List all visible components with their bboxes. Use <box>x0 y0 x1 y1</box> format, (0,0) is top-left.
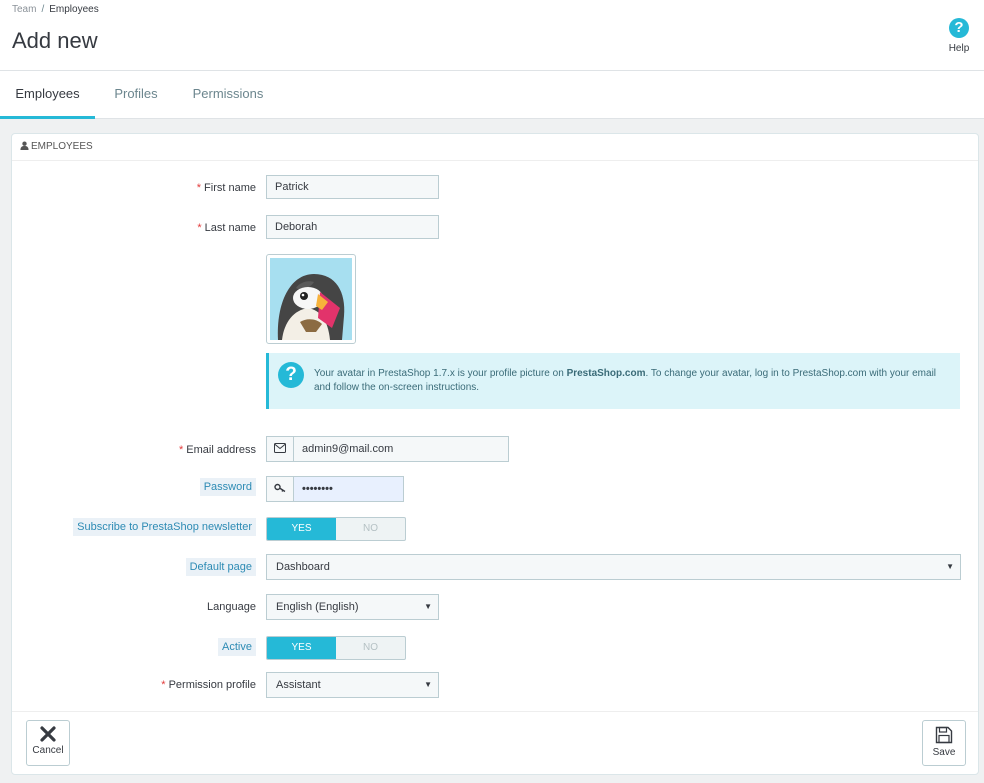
user-icon <box>20 141 29 150</box>
last-name-label-text: Last name <box>204 222 256 234</box>
active-label: Active <box>218 638 256 656</box>
active-yes[interactable]: YES <box>267 637 336 659</box>
email-label: * Email address <box>179 444 256 456</box>
required-marker: * <box>196 182 202 194</box>
tab-profiles[interactable]: Profiles <box>100 71 172 116</box>
cancel-button[interactable]: Cancel <box>26 720 70 766</box>
breadcrumb-item-team[interactable]: Team <box>12 4 36 15</box>
password-label: Password <box>199 478 256 496</box>
password-label-text: Password <box>199 478 256 496</box>
avatar-image <box>270 258 352 340</box>
first-name-label-text: First name <box>204 182 256 194</box>
panel-footer: Cancel Save <box>12 711 978 774</box>
language-label: Language <box>207 601 256 613</box>
panel-heading: Employees <box>12 134 978 161</box>
puffin-logo <box>270 258 352 340</box>
breadcrumb-separator: / <box>41 4 45 15</box>
tab-bar: Employees Profiles Permissions <box>0 71 984 119</box>
avatar-info-alert: ? Your avatar in PrestaShop 1.7.x is you… <box>266 353 960 409</box>
last-name-label: * Last name <box>197 222 256 234</box>
email-label-text: Email address <box>186 444 256 456</box>
key-icon <box>266 476 294 502</box>
save-label: Save <box>932 747 956 758</box>
question-circle-icon: ? <box>278 362 304 388</box>
tab-permissions[interactable]: Permissions <box>180 71 276 116</box>
alert-text-start: Your avatar in PrestaShop 1.7.x is your … <box>314 368 567 379</box>
breadcrumb-item-employees: Employees <box>49 4 99 15</box>
help-label: Help <box>948 43 970 54</box>
page-header: Team / Employees Add new ? Help <box>0 0 984 71</box>
close-icon <box>40 726 56 742</box>
permission-profile-label: * Permission profile <box>161 679 256 691</box>
permission-profile-select[interactable]: Assistant ▼ <box>266 672 439 698</box>
required-marker: * <box>179 444 184 456</box>
newsletter-yes[interactable]: YES <box>267 518 336 540</box>
language-value: English (English) <box>276 601 359 613</box>
first-name-input[interactable]: Patrick <box>266 175 439 199</box>
breadcrumb: Team / Employees <box>12 4 99 15</box>
default-page-value: Dashboard <box>276 561 330 573</box>
permission-profile-label-text: Permission profile <box>168 679 256 691</box>
required-marker: * <box>197 222 202 234</box>
chevron-down-icon: ▼ <box>424 602 432 611</box>
help-button[interactable]: ? Help <box>944 18 974 54</box>
employee-form-panel: Employees * First name Patrick * Last name… <box>11 133 979 775</box>
avatar-info-text: Your avatar in PrestaShop 1.7.x is your … <box>314 367 950 395</box>
chevron-down-icon: ▼ <box>424 680 432 689</box>
permission-profile-value: Assistant <box>276 679 321 691</box>
envelope-icon <box>266 436 294 462</box>
newsletter-label: Subscribe to PrestaShop newsletter <box>73 518 256 536</box>
active-label-text: Active <box>218 638 256 656</box>
tab-employees[interactable]: Employees <box>0 71 95 119</box>
panel-heading-label: Employees <box>31 141 93 152</box>
page-title: Add new <box>12 28 98 53</box>
required-marker: * <box>161 679 166 691</box>
password-input[interactable]: •••••••• <box>293 476 404 502</box>
help-icon: ? <box>949 18 969 38</box>
newsletter-switch[interactable]: YES NO <box>266 517 406 541</box>
newsletter-no[interactable]: NO <box>336 518 405 540</box>
avatar <box>266 254 356 344</box>
first-name-label: * First name <box>197 182 256 194</box>
default-page-select[interactable]: Dashboard ▼ <box>266 554 961 580</box>
save-button[interactable]: Save <box>922 720 966 766</box>
cancel-label: Cancel <box>32 745 64 756</box>
newsletter-label-text: Subscribe to PrestaShop newsletter <box>73 518 256 536</box>
default-page-label-text: Default page <box>185 558 256 576</box>
active-switch[interactable]: YES NO <box>266 636 406 660</box>
chevron-down-icon: ▼ <box>946 562 954 571</box>
default-page-label: Default page <box>185 558 256 576</box>
language-label-text: Language <box>207 601 256 613</box>
prestashop-com-link: PrestaShop.com <box>566 368 646 379</box>
active-no[interactable]: NO <box>336 637 405 659</box>
language-select[interactable]: English (English) ▼ <box>266 594 439 620</box>
email-input[interactable]: admin9@mail.com <box>293 436 509 462</box>
last-name-input[interactable]: Deborah <box>266 215 439 239</box>
floppy-disk-icon <box>935 726 953 744</box>
